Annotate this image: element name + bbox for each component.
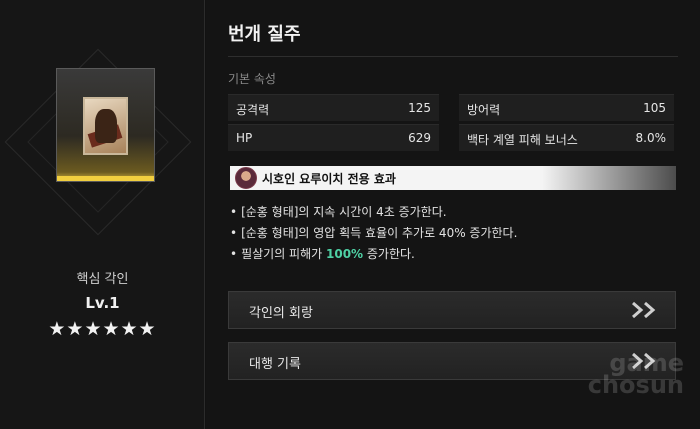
watermark: game chosun bbox=[587, 351, 684, 399]
stat-name: 공격력 bbox=[236, 103, 270, 117]
detail-panel: 번개 질주 기본 속성 공격력 125 방어력 105 HP 629 백타 계열… bbox=[206, 0, 700, 429]
stat-value: 8.0% bbox=[635, 131, 667, 145]
effect-text: 증가한다. bbox=[363, 247, 415, 261]
stat-value: 629 bbox=[408, 131, 431, 145]
engraving-title: 번개 질주 bbox=[228, 24, 301, 45]
button-label: 대행 기록 bbox=[249, 357, 301, 372]
stat-name: 방어력 bbox=[467, 103, 501, 117]
button-label: 각인의 회랑 bbox=[249, 306, 313, 321]
base-attributes-label: 기본 속성 bbox=[228, 72, 276, 86]
effect-item: • [순홍 형태]의 지속 시간이 4초 증가한다. bbox=[230, 204, 680, 225]
stat-hp: HP 629 bbox=[228, 124, 439, 151]
exclusive-effect-header: 시호인 요루이치 전용 효과 bbox=[230, 166, 676, 190]
effect-text: 필살기의 피해가 bbox=[241, 247, 326, 261]
stat-value: 105 bbox=[643, 101, 666, 115]
effect-item: • [순홍 형태]의 영압 획득 효율이 추가로 40% 증가한다. bbox=[230, 225, 680, 246]
level-text: Lv.1 bbox=[85, 294, 120, 312]
effect-item: • 필살기의 피해가 100% 증가한다. bbox=[230, 246, 680, 267]
rarity-bar bbox=[57, 176, 154, 181]
watermark-line: chosun bbox=[587, 371, 684, 399]
bullet: • bbox=[230, 226, 238, 240]
engraving-corridor-button[interactable]: 각인의 회랑 bbox=[228, 291, 676, 329]
engraving-card[interactable] bbox=[56, 68, 155, 182]
character-avatar bbox=[235, 167, 257, 189]
effect-text: [순홍 형태]의 영압 획득 효율이 추가로 40% 증가한다. bbox=[241, 226, 518, 240]
bullet: • bbox=[230, 247, 238, 261]
double-chevron-right-icon bbox=[632, 301, 656, 319]
stat-damage-bonus: 백타 계열 피해 보너스 8.0% bbox=[459, 124, 674, 151]
exclusive-effect-label: 시호인 요루이치 전용 효과 bbox=[262, 172, 396, 186]
stat-name: HP bbox=[236, 131, 253, 145]
stat-name: 백타 계열 피해 보너스 bbox=[467, 133, 578, 147]
card-panel: 핵심 각인 Lv.1 ★★★★★★ bbox=[0, 0, 205, 429]
core-engraving-label: 핵심 각인 bbox=[76, 272, 129, 287]
stat-defense: 방어력 105 bbox=[459, 94, 674, 121]
title-divider bbox=[228, 56, 678, 57]
engraving-artwork bbox=[83, 97, 128, 155]
bullet: • bbox=[230, 205, 238, 219]
effect-highlight: 100% bbox=[326, 247, 364, 261]
stat-value: 125 bbox=[408, 101, 431, 115]
star-rating: ★★★★★★ bbox=[48, 318, 157, 340]
effect-list: • [순홍 형태]의 지속 시간이 4초 증가한다. • [순홍 형태]의 영압 획… bbox=[230, 204, 680, 267]
stat-attack: 공격력 125 bbox=[228, 94, 439, 121]
effect-text: [순홍 형태]의 지속 시간이 4초 증가한다. bbox=[241, 205, 447, 219]
